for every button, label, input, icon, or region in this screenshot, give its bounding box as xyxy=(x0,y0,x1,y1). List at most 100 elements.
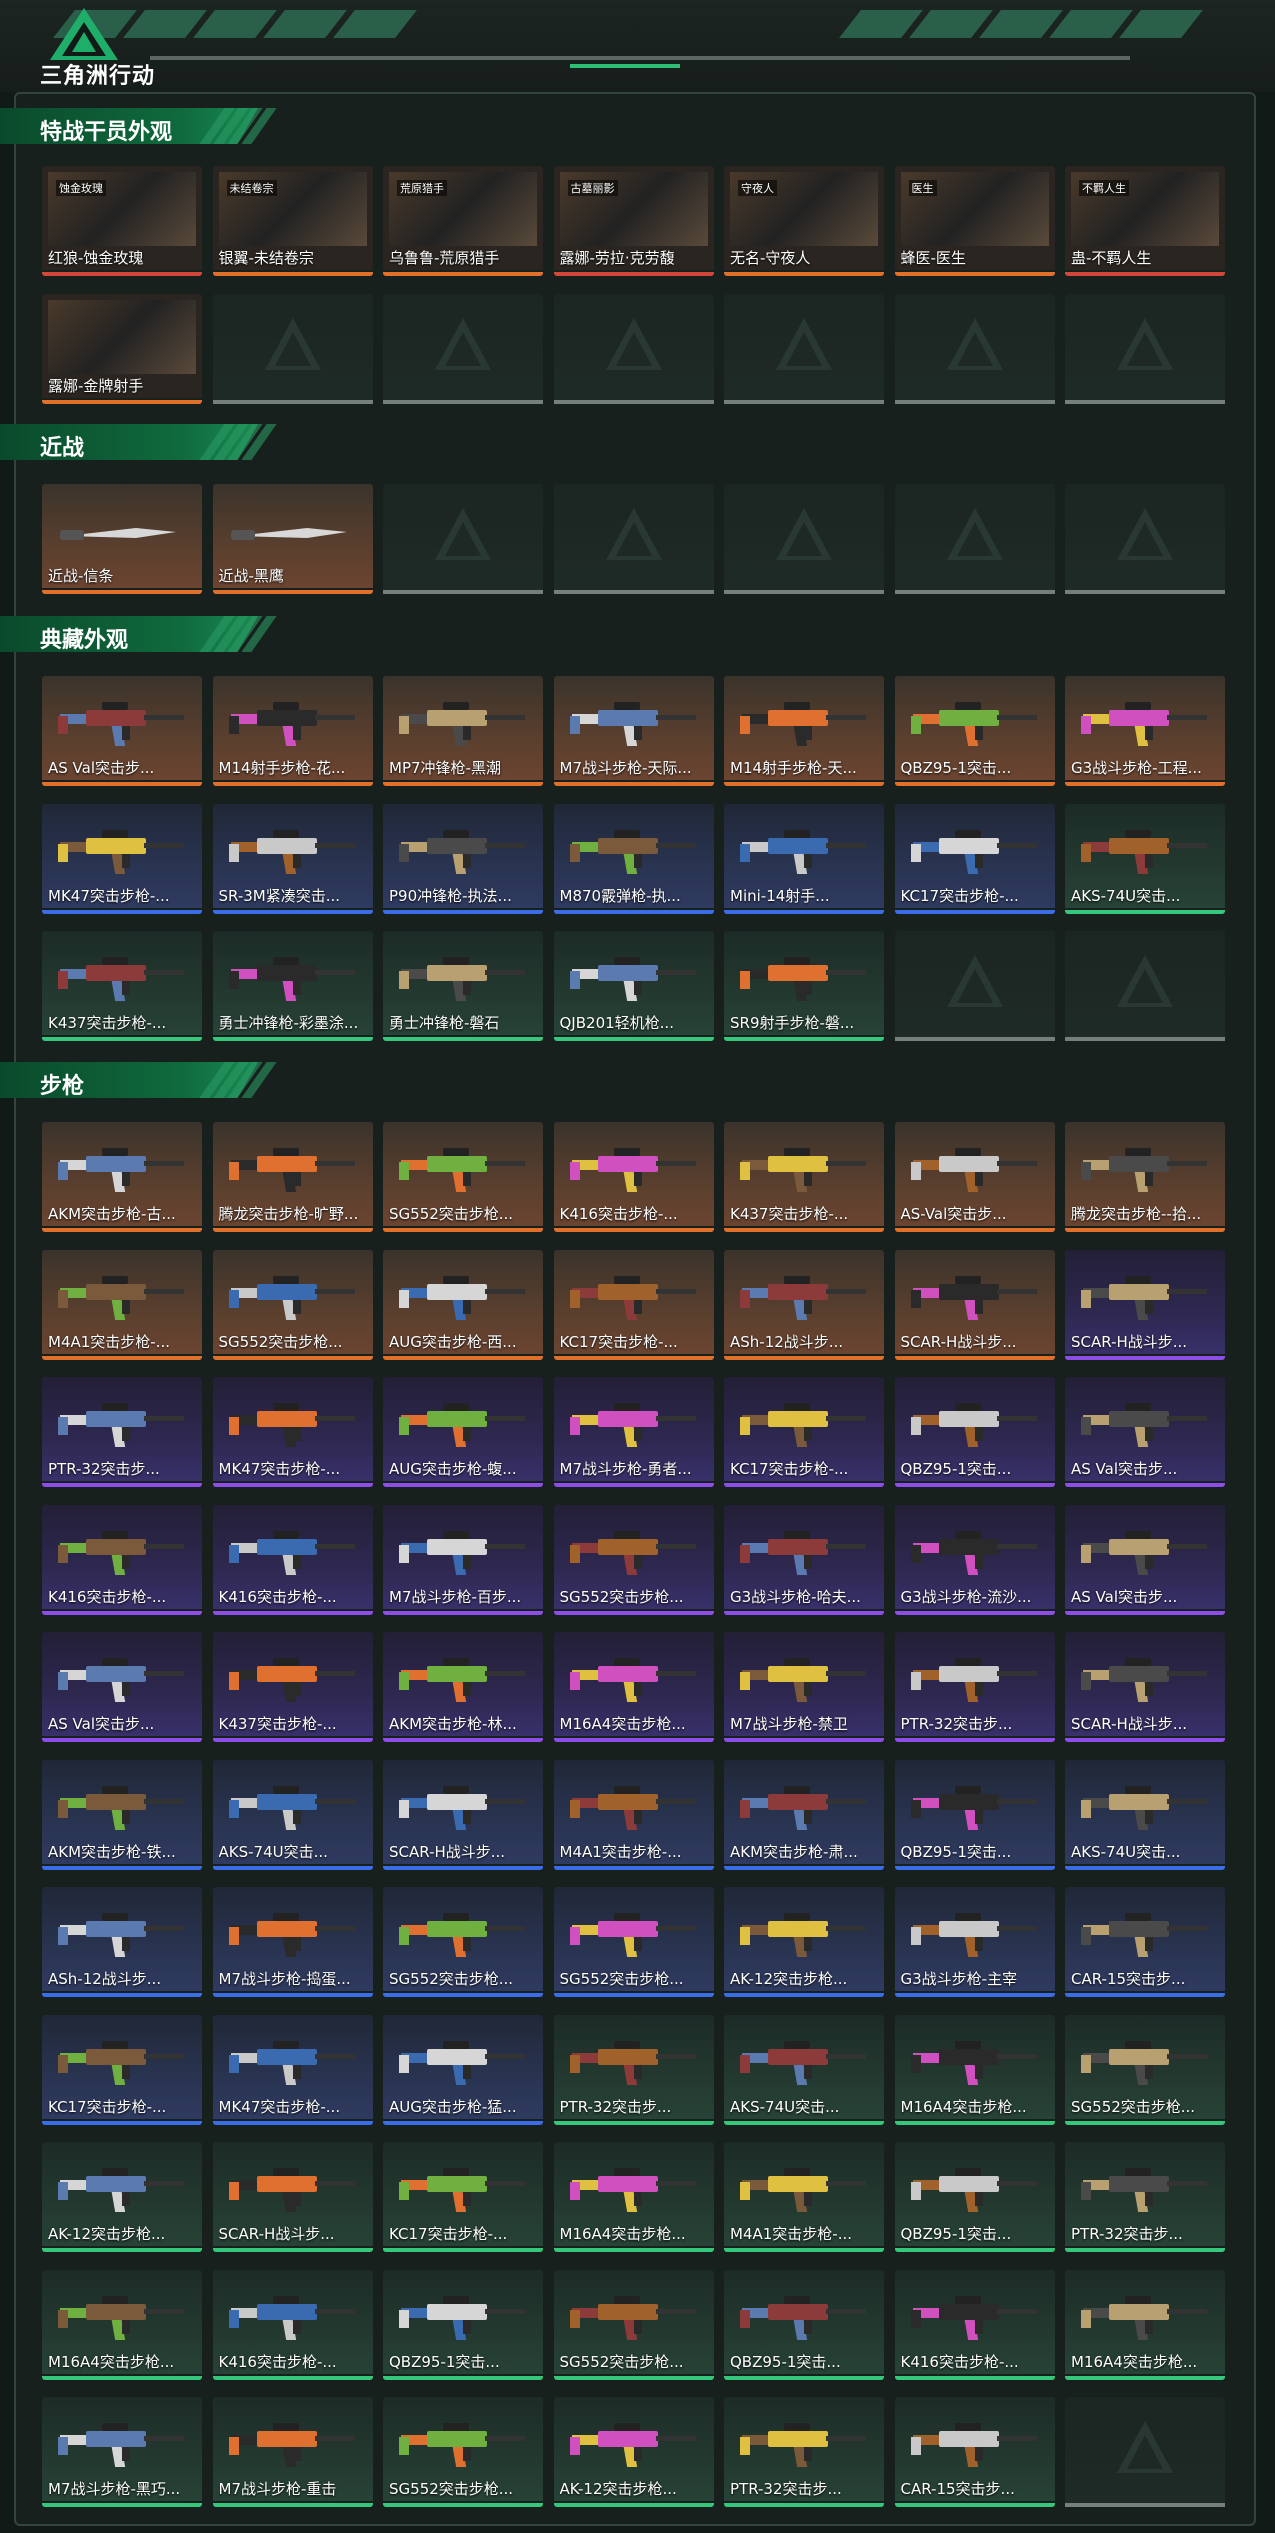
weapon-skin-card[interactable]: QJB201轻机枪... xyxy=(553,931,714,1041)
weapon-skin-card[interactable]: QBZ95-1突击... xyxy=(894,1377,1055,1487)
weapon-skin-card[interactable]: M7战斗步枪-捣蛋... xyxy=(212,1887,373,1997)
weapon-skin-card[interactable]: MK47突击步枪-... xyxy=(212,2014,373,2125)
weapon-skin-card[interactable]: QBZ95-1突击... xyxy=(383,2269,543,2380)
weapon-skin-card[interactable]: AS Val突击步... xyxy=(1065,1504,1225,1615)
weapon-skin-card[interactable]: P90冲锋枪-执法... xyxy=(383,803,543,914)
weapon-skin-card[interactable]: SG552突击步枪... xyxy=(553,2269,714,2380)
weapon-skin-card[interactable]: ASh-12战斗步... xyxy=(724,1249,884,1360)
operator-skin-card[interactable]: 蚀金玫瑰 红狼-蚀金玫瑰 xyxy=(42,166,202,276)
weapon-skin-card[interactable]: CAR-15突击步... xyxy=(894,2397,1055,2507)
weapon-skin-card[interactable]: SG552突击步枪... xyxy=(383,2397,543,2507)
weapon-skin-card[interactable]: AK-12突击步枪... xyxy=(724,1887,884,1997)
weapon-skin-card[interactable]: M7战斗步枪-禁卫 xyxy=(724,1632,884,1742)
weapon-skin-card[interactable]: SG552突击步枪... xyxy=(1065,2014,1225,2125)
weapon-skin-card[interactable]: M16A4突击步枪... xyxy=(42,2269,202,2380)
weapon-skin-card[interactable]: CAR-15突击步... xyxy=(1065,1887,1225,1997)
weapon-skin-card[interactable]: AS Val突击步... xyxy=(1065,1377,1225,1487)
weapon-skin-card[interactable]: K416突击步枪-... xyxy=(212,2269,373,2380)
operator-skin-card[interactable]: 荒原猎手 乌鲁鲁-荒原猎手 xyxy=(383,166,543,276)
weapon-skin-card[interactable]: AUG突击步枪-猛... xyxy=(383,2014,543,2125)
weapon-skin-card[interactable]: ASh-12战斗步... xyxy=(42,1887,202,1997)
operator-skin-card[interactable]: 露娜-金牌射手 xyxy=(42,293,202,404)
weapon-skin-card[interactable]: M4A1突击步枪-... xyxy=(553,1759,714,1870)
weapon-skin-card[interactable]: M4A1突击步枪-... xyxy=(42,1249,202,1360)
weapon-skin-card[interactable]: M7战斗步枪-天际... xyxy=(553,676,714,786)
weapon-skin-card[interactable]: AKS-74U突击... xyxy=(724,2014,884,2125)
weapon-skin-card[interactable]: 腾龙突击步枪-旷野... xyxy=(212,1122,373,1232)
weapon-skin-card[interactable]: SCAR-H战斗步... xyxy=(894,1249,1055,1360)
weapon-skin-card[interactable]: 勇士冲锋枪-彩墨涂... xyxy=(212,931,373,1041)
weapon-skin-card[interactable]: AK-12突击步枪... xyxy=(42,2142,202,2252)
weapon-skin-card[interactable]: QBZ95-1突击... xyxy=(894,2142,1055,2252)
weapon-skin-card[interactable]: AKM突击步枪-铁... xyxy=(42,1759,202,1870)
weapon-skin-card[interactable]: SG552突击步枪... xyxy=(383,1122,543,1232)
weapon-skin-card[interactable]: SR-3M紧凑突击... xyxy=(212,803,373,914)
weapon-skin-card[interactable]: AKS-74U突击... xyxy=(1065,803,1225,914)
weapon-skin-card[interactable]: M16A4突击步枪... xyxy=(553,2142,714,2252)
weapon-skin-card[interactable]: AS-Val突击步... xyxy=(894,1122,1055,1232)
weapon-skin-card[interactable]: AS Val突击步... xyxy=(42,1632,202,1742)
weapon-skin-card[interactable]: PTR-32突击步... xyxy=(1065,2142,1225,2252)
weapon-skin-card[interactable]: M4A1突击步枪-... xyxy=(724,2142,884,2252)
weapon-skin-card[interactable]: PTR-32突击步... xyxy=(553,2014,714,2125)
weapon-skin-card[interactable]: 勇士冲锋枪-磐石 xyxy=(383,931,543,1041)
weapon-skin-card[interactable]: K416突击步枪-... xyxy=(894,2269,1055,2380)
weapon-skin-card[interactable]: M870霰弹枪-执... xyxy=(553,803,714,914)
operator-skin-card[interactable]: 未结卷宗 银翼-未结卷宗 xyxy=(212,166,373,276)
weapon-skin-card[interactable]: M7战斗步枪-黑巧... xyxy=(42,2397,202,2507)
weapon-skin-card[interactable]: M16A4突击步枪... xyxy=(894,2014,1055,2125)
weapon-skin-card[interactable]: SG552突击步枪... xyxy=(383,1887,543,1997)
weapon-skin-card[interactable]: KC17突击步枪-... xyxy=(894,803,1055,914)
weapon-skin-card[interactable]: SCAR-H战斗步... xyxy=(1065,1632,1225,1742)
weapon-skin-card[interactable]: PTR-32突击步... xyxy=(894,1632,1055,1742)
weapon-skin-card[interactable]: M7战斗步枪-勇者... xyxy=(553,1377,714,1487)
weapon-skin-card[interactable]: M16A4突击步枪... xyxy=(1065,2269,1225,2380)
weapon-skin-card[interactable]: AS Val突击步... xyxy=(42,676,202,786)
weapon-skin-card[interactable]: M14射手步枪-花... xyxy=(212,676,373,786)
weapon-skin-card[interactable]: AKS-74U突击... xyxy=(1065,1759,1225,1870)
weapon-skin-card[interactable]: SG552突击步枪... xyxy=(553,1504,714,1615)
operator-skin-card[interactable]: 医生 蜂医-医生 xyxy=(894,166,1055,276)
weapon-skin-card[interactable]: AUG突击步枪-西... xyxy=(383,1249,543,1360)
weapon-skin-card[interactable]: AKS-74U突击... xyxy=(212,1759,373,1870)
weapon-skin-card[interactable]: AK-12突击步枪... xyxy=(553,2397,714,2507)
weapon-skin-card[interactable]: M14射手步枪-天... xyxy=(724,676,884,786)
melee-skin-card[interactable]: 近战-黑鹰 xyxy=(212,484,373,594)
weapon-skin-card[interactable]: AKM突击步枪-古... xyxy=(42,1122,202,1232)
weapon-skin-card[interactable]: M16A4突击步枪... xyxy=(553,1632,714,1742)
operator-skin-card[interactable]: 不羁人生 蛊-不羁人生 xyxy=(1065,166,1225,276)
weapon-skin-card[interactable]: K437突击步枪-... xyxy=(212,1632,373,1742)
weapon-skin-card[interactable]: MK47突击步枪-... xyxy=(212,1377,373,1487)
operator-skin-card[interactable]: 守夜人 无名-守夜人 xyxy=(724,166,884,276)
weapon-skin-card[interactable]: G3战斗步枪-哈夫... xyxy=(724,1504,884,1615)
weapon-skin-card[interactable]: AKM突击步枪-肃... xyxy=(724,1759,884,1870)
weapon-skin-card[interactable]: SR9射手步枪-磐... xyxy=(724,931,884,1041)
weapon-skin-card[interactable]: PTR-32突击步... xyxy=(724,2397,884,2507)
weapon-skin-card[interactable]: K416突击步枪-... xyxy=(553,1122,714,1232)
weapon-skin-card[interactable]: AUG突击步枪-蝮... xyxy=(383,1377,543,1487)
weapon-skin-card[interactable]: SCAR-H战斗步... xyxy=(383,1759,543,1870)
weapon-skin-card[interactable]: QBZ95-1突击... xyxy=(894,1759,1055,1870)
weapon-skin-card[interactable]: KC17突击步枪-... xyxy=(553,1249,714,1360)
weapon-skin-card[interactable]: Mini-14射手... xyxy=(724,803,884,914)
weapon-skin-card[interactable]: KC17突击步枪-... xyxy=(42,2014,202,2125)
weapon-skin-card[interactable]: SCAR-H战斗步... xyxy=(212,2142,373,2252)
melee-skin-card[interactable]: 近战-信条 xyxy=(42,484,202,594)
weapon-skin-card[interactable]: M7战斗步枪-百步... xyxy=(383,1504,543,1615)
weapon-skin-card[interactable]: QBZ95-1突击... xyxy=(894,676,1055,786)
weapon-skin-card[interactable]: KC17突击步枪-... xyxy=(383,2142,543,2252)
weapon-skin-card[interactable]: K437突击步枪-... xyxy=(724,1122,884,1232)
weapon-skin-card[interactable]: 腾龙突击步枪--拾... xyxy=(1065,1122,1225,1232)
weapon-skin-card[interactable]: PTR-32突击步... xyxy=(42,1377,202,1487)
operator-skin-card[interactable]: 古墓丽影 露娜-劳拉·克劳馥 xyxy=(553,166,714,276)
weapon-skin-card[interactable]: G3战斗步枪-工程... xyxy=(1065,676,1225,786)
weapon-skin-card[interactable]: K416突击步枪-... xyxy=(212,1504,373,1615)
weapon-skin-card[interactable]: SG552突击步枪... xyxy=(212,1249,373,1360)
weapon-skin-card[interactable]: SCAR-H战斗步... xyxy=(1065,1249,1225,1360)
weapon-skin-card[interactable]: AKM突击步枪-林... xyxy=(383,1632,543,1742)
weapon-skin-card[interactable]: G3战斗步枪-主宰 xyxy=(894,1887,1055,1997)
weapon-skin-card[interactable]: K437突击步枪-... xyxy=(42,931,202,1041)
weapon-skin-card[interactable]: MK47突击步枪-... xyxy=(42,803,202,914)
weapon-skin-card[interactable]: M7战斗步枪-重击 xyxy=(212,2397,373,2507)
weapon-skin-card[interactable]: K416突击步枪-... xyxy=(42,1504,202,1615)
